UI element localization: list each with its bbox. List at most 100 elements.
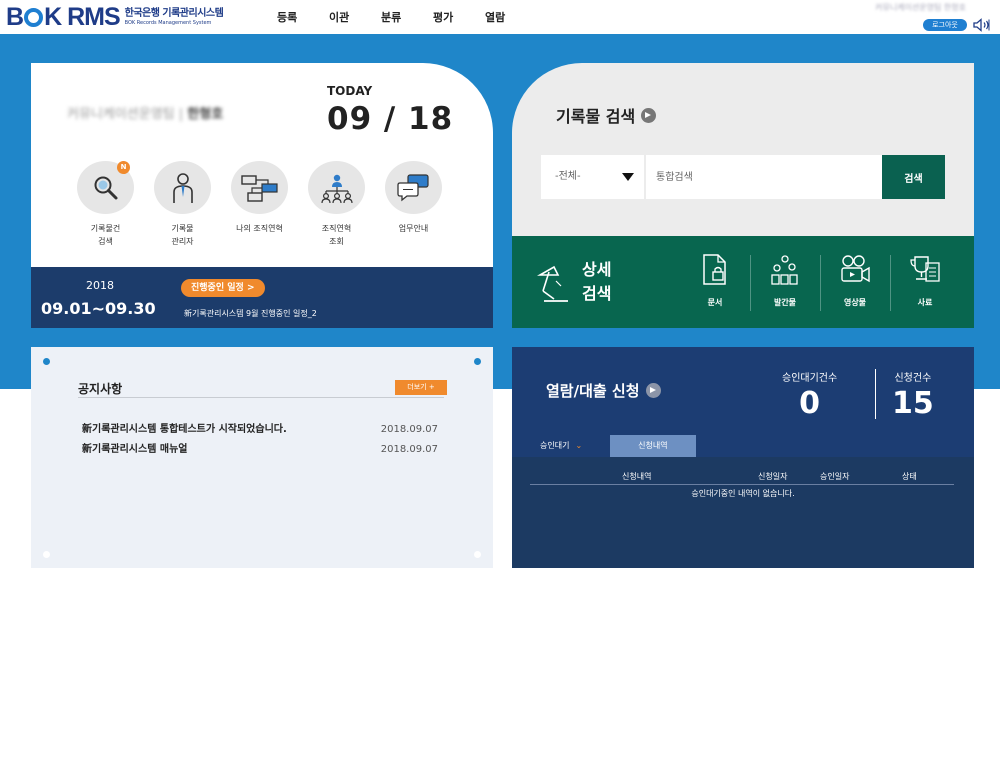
detail-item-label: 영상물 [843, 298, 867, 307]
notice-item[interactable]: 新기록관리시스템 통합테스트가 시작되었습니다. 2018.09.07 [82, 420, 438, 440]
document-lock-icon [703, 254, 726, 285]
main-nav: 등록 이관 분류 평가 열람 [277, 9, 537, 25]
search-icon [94, 176, 117, 199]
notice-more-button[interactable]: 더보기 + [395, 380, 447, 395]
column-header: 상태 [902, 472, 917, 481]
column-header: 신청일자 [758, 472, 788, 481]
chevron-down-icon: ⌄ [575, 441, 583, 450]
request-count-stat: 신청건수 15 [892, 369, 934, 421]
quick-item-label: 조직연혁 조회 [321, 224, 352, 246]
schedule-item-link[interactable]: 新기록관리시스템 9월 진행중인 일정_2 [184, 308, 317, 319]
quick-item-label: 기록물건 검색 [90, 224, 121, 246]
quick-item-label: 나의 조직연혁 [236, 224, 283, 233]
today-date: 09 / 18 [327, 101, 454, 137]
manager-icon [172, 172, 193, 203]
publication-icon [771, 255, 798, 285]
quick-item-label: 업무안내 [398, 224, 429, 233]
column-header: 신청내역 [622, 472, 652, 481]
quick-circle: N [77, 161, 134, 214]
pending-count-label: 승인대기건수 [782, 373, 838, 384]
nav-item-classify[interactable]: 분류 [381, 9, 433, 25]
detail-item-publication[interactable]: 발간물 [750, 253, 820, 311]
org-history-icon [240, 174, 278, 202]
chat-icon [396, 173, 429, 201]
record-search-card: 기록물 검색 -전체- 검색 상세 검색 문서 [512, 63, 974, 328]
logo-subtitle: 한국은행 기록관리시스템 BOK Records Management Syst… [124, 7, 224, 26]
notice-item-title[interactable]: 新기록관리시스템 매뉴얼 [82, 440, 187, 460]
logo-subtitle-ko: 한국은행 기록관리시스템 [124, 7, 224, 19]
detail-item-label: 문서 [707, 298, 723, 307]
quick-item-org-history-view[interactable]: 조직연혁 조회 [308, 161, 365, 248]
request-count-value: 15 [892, 386, 934, 421]
notice-card: 공지사항 더보기 + 新기록관리시스템 통합테스트가 시작되었습니다. 2018… [31, 347, 493, 568]
search-scope-select[interactable]: -전체- [541, 155, 644, 199]
quick-circle [385, 161, 442, 214]
quick-circle [231, 161, 288, 214]
logout-button[interactable]: 로그아웃 [923, 19, 967, 31]
quick-circle [308, 161, 365, 214]
logo-o-mark [24, 7, 44, 27]
caret-down-icon [622, 173, 634, 181]
pending-count-value: 0 [799, 386, 821, 421]
notice-item[interactable]: 新기록관리시스템 매뉴얼 2018.09.07 [82, 440, 438, 460]
ongoing-schedule-button[interactable]: 진행중인 일정 > [181, 279, 265, 297]
nav-item-register[interactable]: 등록 [277, 9, 329, 25]
tab-pending[interactable]: 승인대기 ⌄ [512, 435, 611, 457]
detail-item-document[interactable]: 문서 [680, 253, 750, 308]
lamp-icon [536, 265, 568, 302]
notice-title: 공지사항 [78, 382, 123, 396]
detail-item-label: 발간물 [773, 298, 797, 307]
schedule-year: 2018 [86, 279, 114, 292]
detail-item-label: 사료 [917, 298, 933, 307]
notice-item-date: 2018.09.07 [380, 424, 438, 435]
nav-item-browse[interactable]: 열람 [485, 9, 537, 25]
request-tabs: 승인대기 ⌄ 신청내역 [512, 435, 696, 457]
notice-item-title[interactable]: 新기록관리시스템 통합테스트가 시작되었습니다. [82, 420, 287, 440]
column-header: 승인일자 [820, 472, 850, 481]
quick-circle [154, 161, 211, 214]
request-table: 신청내역 신청일자 승인일자 상태 승인대기중인 내역이 없습니다. [512, 457, 974, 568]
pending-count-stat: 승인대기건수 0 [782, 369, 837, 421]
quick-item-my-org-history[interactable]: 나의 조직연혁 [231, 161, 288, 248]
quick-menu: N 기록물건 검색 기록물 관리자 나의 조직연혁 조직연혁 조회 업무안내 [77, 161, 442, 248]
detail-search-title[interactable]: 상세 검색 [582, 258, 611, 306]
decor-dot [474, 551, 481, 558]
detail-item-historical[interactable]: 사료 [890, 253, 960, 311]
decor-dot [43, 551, 50, 558]
request-card: 열람/대출 신청 승인대기건수 0 신청건수 15 승인대기 ⌄ 신청내역 신청내… [512, 347, 974, 568]
request-title[interactable]: 열람/대출 신청 [546, 380, 661, 401]
notice-item-date: 2018.09.07 [380, 444, 438, 455]
tab-request-history[interactable]: 신청내역 [610, 435, 696, 457]
stat-divider [875, 369, 876, 419]
detail-item-video[interactable]: 영상물 [820, 253, 890, 311]
speaker-icon[interactable] [973, 18, 993, 32]
quick-item-work-guide[interactable]: 업무안내 [385, 161, 442, 248]
nav-item-transfer[interactable]: 이관 [329, 9, 381, 25]
decor-dot [474, 358, 481, 365]
arrow-right-icon [645, 383, 661, 398]
search-input[interactable] [646, 155, 882, 199]
quick-item-label: 기록물 관리자 [171, 224, 194, 246]
profile-username: 한형호 [187, 107, 224, 122]
bok-rms-logo[interactable]: BK RMS 한국은행 기록관리시스템 BOK Records Manageme… [6, 2, 224, 31]
video-camera-icon [841, 255, 870, 283]
schedule-bar: 2018 09.01~09.30 진행중인 일정 > 新기록관리시스템 9월 진… [31, 267, 493, 328]
profile-user: 커뮤니케이션운영팀 | 한형호 [67, 107, 224, 122]
user-info: 커뮤니케이션운영팀 한형호 [875, 3, 966, 12]
profile-dept: 커뮤니케이션운영팀 [67, 107, 175, 122]
search-button[interactable]: 검색 [882, 155, 945, 199]
trophy-icon [910, 256, 940, 282]
detail-search-items: 문서 발간물 영상물 사료 [680, 253, 960, 311]
request-count-label: 신청건수 [894, 373, 932, 384]
quick-item-record-manager[interactable]: 기록물 관리자 [154, 161, 211, 248]
nav-item-evaluate[interactable]: 평가 [433, 9, 485, 25]
arrow-right-icon [641, 107, 657, 123]
profile-card: 커뮤니케이션운영팀 | 한형호 TODAY 09 / 18 N 기록물건 검색 [31, 63, 493, 328]
record-search-title[interactable]: 기록물 검색 [556, 103, 657, 127]
schedule-range: 09.01~09.30 [41, 299, 156, 318]
logo-wordmark: BK RMS [6, 2, 121, 31]
notice-list: 新기록관리시스템 통합테스트가 시작되었습니다. 2018.09.07 新기록관… [82, 420, 438, 460]
org-chart-icon [320, 174, 353, 203]
quick-item-record-search[interactable]: N 기록물건 검색 [77, 161, 134, 248]
empty-message: 승인대기중인 내역이 없습니다. [691, 489, 795, 498]
